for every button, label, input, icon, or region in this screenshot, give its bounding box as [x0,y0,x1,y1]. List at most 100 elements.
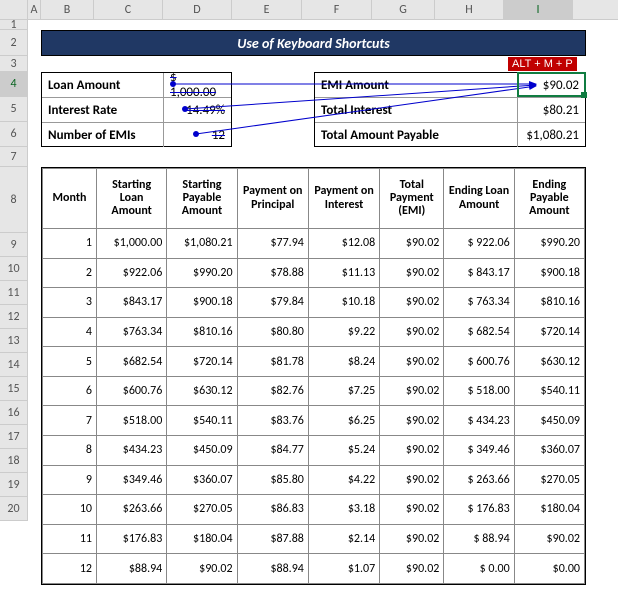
row-header-2[interactable]: 2 [0,30,28,56]
amort-cell[interactable]: $90.02 [380,465,444,495]
amort-cell[interactable]: $630.12 [167,376,237,406]
amort-cell[interactable]: $720.14 [514,317,584,347]
amort-cell[interactable]: $88.94 [96,554,166,584]
amort-cell[interactable]: $ 518.00 [444,376,514,406]
emi-amount-value[interactable]: $90.02 [518,73,585,98]
amort-cell[interactable]: $10.18 [308,288,379,318]
amort-cell[interactable]: $77.94 [237,229,308,259]
row-header-3[interactable]: 3 [0,56,28,72]
amort-cell[interactable]: $81.78 [237,347,308,377]
amort-cell[interactable]: $ 263.66 [444,465,514,495]
amort-cell[interactable]: $90.02 [380,317,444,347]
row-header-12[interactable]: 12 [0,305,28,329]
amort-table-element[interactable]: MonthStarting Loan AmountStarting Payabl… [42,168,585,584]
row-header-8[interactable]: 8 [0,167,28,233]
amort-cell[interactable]: $ 349.46 [444,436,514,466]
amort-cell[interactable]: $810.16 [167,317,237,347]
total-interest-value[interactable]: $80.21 [518,98,585,123]
amort-cell[interactable]: $90.02 [380,436,444,466]
amort-cell[interactable]: $0.00 [514,554,584,584]
amort-cell[interactable]: $2.14 [308,524,379,554]
amort-col-6[interactable]: Ending Loan Amount [444,169,514,229]
amort-cell[interactable]: 12 [43,554,97,584]
col-header-A[interactable]: A [28,0,41,19]
amort-cell[interactable]: $85.80 [237,465,308,495]
amort-cell[interactable]: 9 [43,465,97,495]
row-header-9[interactable]: 9 [0,233,28,257]
interest-rate-value[interactable]: 14.49% [164,98,231,123]
row-header-6[interactable]: 6 [0,122,28,147]
amort-cell[interactable]: $86.83 [237,495,308,525]
amort-cell[interactable]: $450.09 [514,406,584,436]
row-header-4[interactable]: 4 [0,72,28,97]
amort-cell[interactable]: $90.02 [380,288,444,318]
amort-cell[interactable]: $1,080.21 [167,229,237,259]
amort-col-0[interactable]: Month [43,169,97,229]
amort-cell[interactable]: $84.77 [237,436,308,466]
amort-col-2[interactable]: Starting Payable Amount [167,169,237,229]
amort-cell[interactable]: $176.83 [96,524,166,554]
amort-cell[interactable]: $1,000.00 [96,229,166,259]
row-header-19[interactable]: 19 [0,473,28,497]
amort-cell[interactable]: $90.02 [514,524,584,554]
amort-cell[interactable]: $90.02 [380,258,444,288]
amort-cell[interactable]: $90.02 [380,495,444,525]
loan-amount-value[interactable]: $ 1,000.00 [164,73,231,98]
amort-cell[interactable]: $720.14 [167,347,237,377]
amort-cell[interactable]: $900.18 [167,288,237,318]
amort-cell[interactable]: $540.11 [167,406,237,436]
amort-cell[interactable]: $349.46 [96,465,166,495]
amort-cell[interactable]: 7 [43,406,97,436]
amort-cell[interactable]: $80.80 [237,317,308,347]
row-header-7[interactable]: 7 [0,147,28,167]
amort-cell[interactable]: $ 176.83 [444,495,514,525]
row-header-14[interactable]: 14 [0,353,28,377]
amort-cell[interactable]: $90.02 [380,406,444,436]
amort-cell[interactable]: $6.25 [308,406,379,436]
amort-cell[interactable]: 11 [43,524,97,554]
amort-cell[interactable]: $ 0.00 [444,554,514,584]
amort-cell[interactable]: $922.06 [96,258,166,288]
amort-cell[interactable]: $78.88 [237,258,308,288]
amort-cell[interactable]: $360.07 [167,465,237,495]
amort-cell[interactable]: $360.07 [514,436,584,466]
amort-cell[interactable]: $990.20 [167,258,237,288]
col-header-G[interactable]: G [372,0,435,19]
grid-body[interactable]: Use of Keyboard Shortcuts Loan Amount $ … [0,20,618,608]
amort-cell[interactable]: 2 [43,258,97,288]
amort-cell[interactable]: $ 763.34 [444,288,514,318]
col-header-B[interactable]: B [41,0,94,19]
amort-cell[interactable]: $682.54 [96,347,166,377]
amort-cell[interactable]: $ 922.06 [444,229,514,259]
amort-cell[interactable]: $90.02 [380,376,444,406]
amort-col-5[interactable]: Total Payment (EMI) [380,169,444,229]
amort-cell[interactable]: $3.18 [308,495,379,525]
col-header-D[interactable]: D [163,0,232,19]
amort-col-4[interactable]: Payment on Interest [308,169,379,229]
total-payable-value[interactable]: $1,080.21 [518,123,585,147]
amort-cell[interactable]: $270.05 [167,495,237,525]
amort-cell[interactable]: $540.11 [514,376,584,406]
amort-cell[interactable]: $11.13 [308,258,379,288]
row-header-15[interactable]: 15 [0,377,28,401]
row-header-17[interactable]: 17 [0,425,28,449]
amort-cell[interactable]: $990.20 [514,229,584,259]
amort-cell[interactable]: $ 434.23 [444,406,514,436]
amort-cell[interactable]: $90.02 [380,347,444,377]
amort-cell[interactable]: 1 [43,229,97,259]
amort-cell[interactable]: $270.05 [514,465,584,495]
amort-cell[interactable]: 6 [43,376,97,406]
amort-cell[interactable]: $82.76 [237,376,308,406]
amort-cell[interactable]: $90.02 [380,524,444,554]
amort-cell[interactable]: $79.84 [237,288,308,318]
amort-cell[interactable]: $450.09 [167,436,237,466]
amort-cell[interactable]: 8 [43,436,97,466]
amort-cell[interactable]: 4 [43,317,97,347]
amort-cell[interactable]: $5.24 [308,436,379,466]
amort-cell[interactable]: 5 [43,347,97,377]
amort-cell[interactable]: $90.02 [380,229,444,259]
row-header-18[interactable]: 18 [0,449,28,473]
amort-cell[interactable]: $12.08 [308,229,379,259]
row-header-16[interactable]: 16 [0,401,28,425]
amort-cell[interactable]: $ 843.17 [444,258,514,288]
